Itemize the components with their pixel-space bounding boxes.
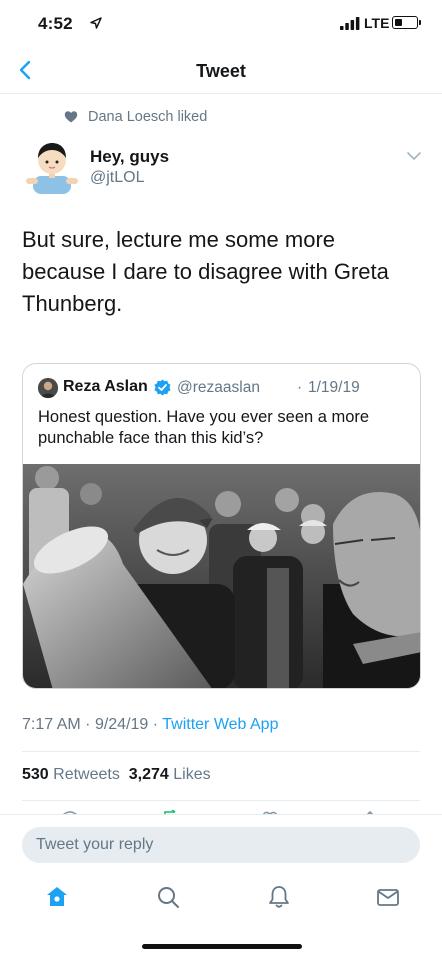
author-username[interactable]: @jtLOL <box>90 169 144 187</box>
quoted-tweet-photo[interactable] <box>23 464 421 689</box>
divider <box>22 751 420 752</box>
tweet-date: 9/24/19 <box>94 716 149 733</box>
likes-count: 3,274 <box>128 766 169 783</box>
bell-icon[interactable] <box>266 884 292 910</box>
retweets-count: 530 <box>22 766 49 783</box>
likes-label: Likes <box>173 766 211 783</box>
retweets-label: Retweets <box>53 766 120 783</box>
tweet-time: 7:17 AM <box>22 716 81 733</box>
verified-badge-icon <box>154 379 171 396</box>
battery-icon <box>392 16 418 29</box>
quoted-tweet-card[interactable]: Reza Aslan @rezaaslan · 1/19/19 Honest q… <box>22 363 421 689</box>
page-title: Tweet <box>196 61 246 81</box>
battery-cap <box>419 20 421 25</box>
quoted-tweet-text: Honest question. Have you ever seen a mo… <box>38 408 370 447</box>
location-arrow-icon <box>90 17 102 29</box>
status-bar: 4:52 LTE <box>0 0 442 48</box>
social-context-text: Dana Loesch liked <box>88 109 208 125</box>
nav-header: Tweet <box>0 48 442 94</box>
reply-input[interactable] <box>22 827 420 863</box>
search-icon[interactable] <box>155 884 181 910</box>
home-icon[interactable] <box>44 884 70 910</box>
home-indicator <box>142 944 302 949</box>
social-context: Dana Loesch liked <box>64 108 207 126</box>
status-time: 4:52 <box>38 14 73 33</box>
divider <box>22 800 420 801</box>
quoted-author-handle: @rezaaslan <box>177 379 260 396</box>
signal-icon <box>340 17 360 30</box>
avatar[interactable] <box>24 138 80 194</box>
quoted-separator: · <box>297 379 303 396</box>
likes-stat[interactable]: 3,274 Likes <box>129 766 211 783</box>
quoted-author-avatar <box>38 378 58 398</box>
tweet-text: But sure, lecture me some more because I… <box>22 227 389 316</box>
tweet-timestamp-row: 7:17 AM · 9/24/19 · Twitter Web App <box>22 716 278 734</box>
timestamp-separator: · <box>85 716 91 733</box>
quoted-author-name: Reza Aslan <box>63 378 148 395</box>
mail-icon[interactable] <box>375 884 401 910</box>
tab-bar <box>0 874 442 924</box>
retweets-stat[interactable]: 530 Retweets <box>22 766 120 783</box>
chevron-down-icon[interactable] <box>406 150 422 162</box>
engagement-stats: 530 Retweets 3,274 Likes <box>22 766 211 784</box>
timestamp-separator-2: · <box>152 716 159 733</box>
heart-icon <box>64 111 78 123</box>
network-type: LTE <box>364 15 390 31</box>
author-display-name[interactable]: Hey, guys <box>90 147 169 167</box>
battery-level <box>394 18 402 26</box>
reply-bar <box>0 814 442 874</box>
tweet-source-link[interactable]: Twitter Web App <box>162 716 278 733</box>
quoted-date: 1/19/19 <box>308 379 360 396</box>
